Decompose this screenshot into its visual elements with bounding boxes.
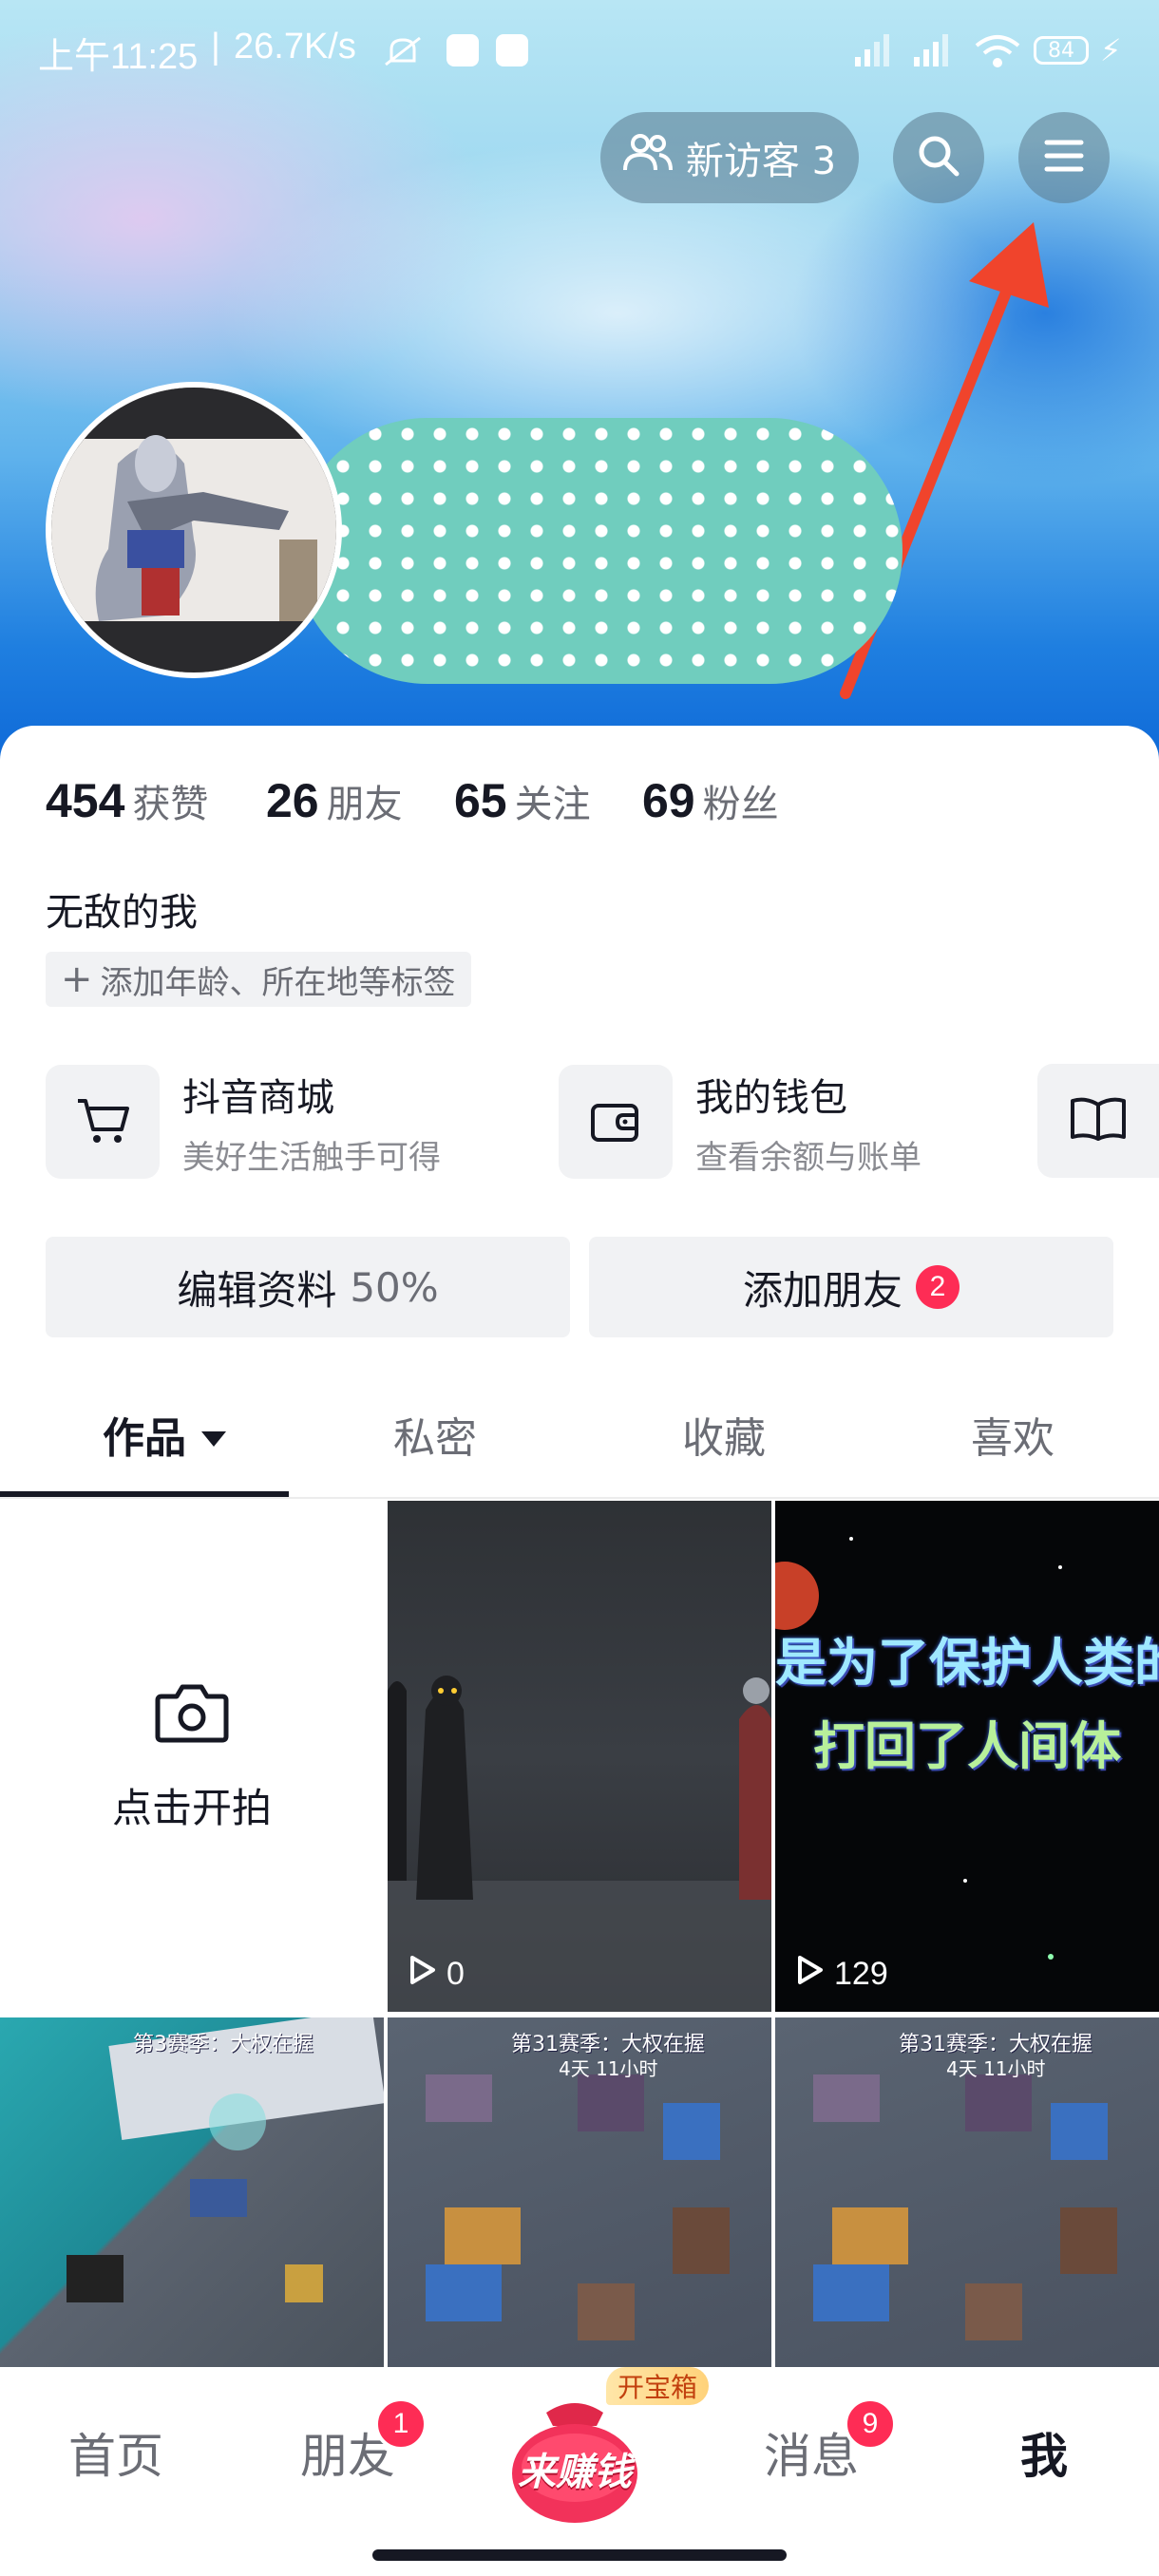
tab-divider	[0, 1497, 1159, 1499]
edit-profile-button[interactable]: 编辑资料 50%	[46, 1237, 570, 1337]
stat-following-number: 65	[454, 774, 507, 827]
status-time: 上午11:25	[38, 37, 199, 77]
play-count: 129	[792, 1954, 888, 1995]
people-icon	[622, 132, 673, 183]
stat-friends-number: 26	[266, 774, 319, 827]
status-divider: |	[211, 27, 220, 66]
earn-money-button[interactable]: 来赚钱	[504, 2394, 646, 2527]
status-net-speed: 26.7K/s	[234, 27, 356, 66]
messages-badge: 9	[844, 2397, 897, 2451]
charging-icon: ⚡	[1100, 32, 1122, 68]
treasure-box-tag: 开宝箱	[606, 2367, 710, 2405]
signal-icon-1	[846, 30, 893, 68]
stat-friends[interactable]: 26 朋友	[266, 773, 403, 828]
add-friends-badge: 2	[916, 1265, 960, 1309]
new-visitors-button[interactable]: 新访客 3	[600, 112, 859, 203]
book-icon	[1069, 1095, 1128, 1146]
home-indicator	[372, 2549, 787, 2561]
search-icon	[915, 132, 962, 183]
tool-mall-title: 抖音商城	[182, 1075, 334, 1120]
battery-icon: 84	[1034, 36, 1089, 65]
video-tile[interactable]: 是为了保护人类的 打回了人间体 129	[775, 1501, 1159, 2012]
plus-icon: +	[61, 957, 93, 1001]
play-icon	[792, 1954, 825, 1995]
video-tile[interactable]: 0	[388, 1501, 771, 2012]
friends-badge: 1	[374, 2397, 428, 2451]
new-visitors-label: 新访客 3	[685, 140, 837, 183]
stat-following[interactable]: 65 关注	[454, 773, 591, 828]
video-tile[interactable]: 第3赛季：大权在握	[0, 2017, 384, 2367]
shoot-label: 点击开拍	[111, 1785, 272, 1831]
video-banner-sub: 4天 11小时	[946, 2057, 1046, 2080]
app-notification-icon-2	[496, 34, 528, 66]
add-tags-label: 添加年龄、所在地等标签	[100, 963, 456, 1002]
tool-mall[interactable]: 抖音商城 美好生活触手可得	[46, 1064, 559, 1180]
search-button[interactable]	[893, 112, 984, 203]
video-tile[interactable]: 第31赛季：大权在握 4天 11小时	[388, 2017, 771, 2367]
tool-wallet[interactable]: 我的钱包 查看余额与账单	[559, 1064, 1015, 1180]
caret-down-icon	[200, 1411, 228, 1459]
earn-money-label: 来赚钱	[518, 2451, 632, 2494]
tab-works[interactable]: 作品	[103, 1404, 228, 1465]
play-count-value: 129	[834, 1956, 888, 1992]
play-icon	[405, 1954, 437, 1995]
edit-profile-label: 编辑资料	[177, 1266, 337, 1314]
video-banner-sub: 4天 11小时	[559, 2057, 658, 2080]
play-count-value: 0	[446, 1956, 465, 1992]
camera-icon	[154, 1681, 230, 1748]
add-tags-button[interactable]: + 添加年龄、所在地等标签	[46, 952, 471, 1007]
video-thumbnail	[66, 2017, 384, 2302]
wallet-icon	[559, 1065, 673, 1179]
menu-button[interactable]	[1018, 112, 1110, 203]
stat-friends-label: 朋友	[326, 783, 403, 826]
wifi-icon	[973, 32, 1022, 70]
video-caption-2: 打回了人间体	[813, 1716, 1121, 1776]
stat-followers[interactable]: 69 粉丝	[642, 773, 779, 828]
signal-icon-2	[904, 30, 952, 68]
signature: 无敌的我	[46, 891, 198, 935]
video-thumbnail	[388, 1676, 771, 2012]
tab-favorites[interactable]: 收藏	[682, 1404, 766, 1465]
stat-likes-number: 454	[46, 774, 125, 827]
video-tile[interactable]: 第31赛季：大权在握 4天 11小时	[775, 2017, 1159, 2367]
add-friends-label: 添加朋友	[742, 1266, 902, 1314]
shoot-tile[interactable]: 点击开拍	[0, 1501, 384, 2012]
stat-likes[interactable]: 454 获赞	[46, 773, 208, 828]
nav-home[interactable]: 首页	[68, 2418, 163, 2487]
tool-wallet-title: 我的钱包	[695, 1075, 847, 1120]
avatar[interactable]	[46, 382, 342, 678]
app-notification-icon	[446, 34, 479, 66]
stat-followers-label: 粉丝	[702, 783, 779, 826]
mute-icon	[378, 32, 428, 70]
edit-profile-progress: 50%	[350, 1263, 439, 1311]
stat-likes-label: 获赞	[132, 783, 209, 826]
tool-mall-subtitle: 美好生活触手可得	[182, 1138, 441, 1177]
tool-wallet-subtitle: 查看余额与账单	[695, 1138, 922, 1177]
nav-me[interactable]: 我	[1020, 2418, 1068, 2487]
tab-private[interactable]: 私密	[393, 1404, 477, 1465]
add-friends-button[interactable]: 添加朋友 2	[589, 1237, 1113, 1337]
stat-followers-number: 69	[642, 774, 695, 827]
stat-following-label: 关注	[514, 783, 591, 826]
video-banner: 第3赛季：大权在握	[133, 2033, 314, 2056]
cart-icon	[46, 1065, 160, 1179]
play-count: 0	[405, 1954, 465, 1995]
video-caption-1: 是为了保护人类的	[775, 1633, 1159, 1693]
tool-more[interactable]	[1037, 1064, 1159, 1178]
hamburger-menu-icon	[1043, 137, 1085, 179]
tab-works-label: 作品	[103, 1414, 186, 1463]
tab-likes[interactable]: 喜欢	[971, 1404, 1054, 1465]
nickname-pattern	[294, 418, 902, 684]
